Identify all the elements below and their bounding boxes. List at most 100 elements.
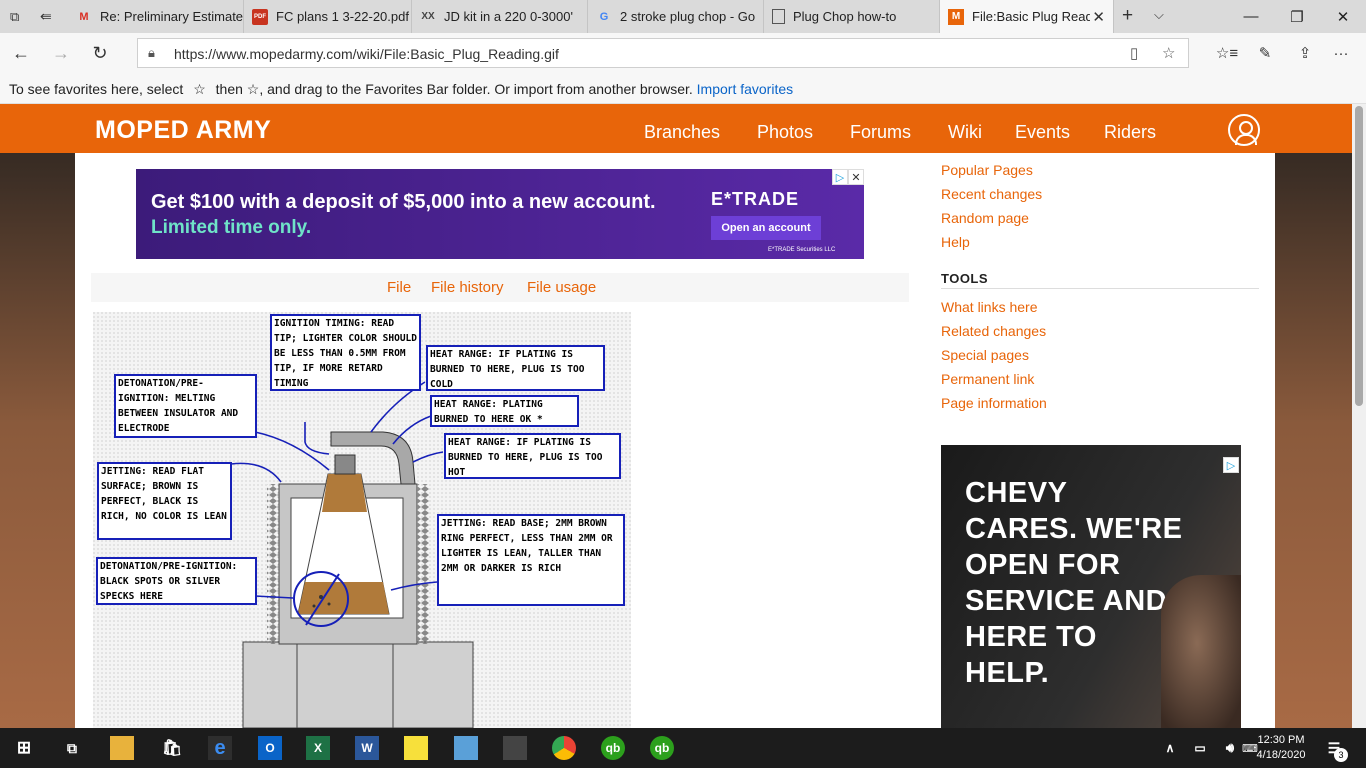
scrollbar-thumb[interactable]	[1355, 106, 1363, 406]
tab-file[interactable]: File	[387, 279, 411, 296]
tools-link-related-changes[interactable]: Related changes	[941, 323, 1046, 339]
site-favicon-icon: XX	[421, 11, 435, 22]
forward-arrow-icon[interactable]: →	[46, 39, 76, 67]
tools-link-permanent-link[interactable]: Permanent link	[941, 371, 1034, 387]
show-hidden-icons-chevron-icon[interactable]: ∧	[1158, 736, 1182, 760]
excel-icon[interactable]: X	[306, 736, 330, 760]
detonation-spots-label: Detonation/Pre-ignition: black spots or …	[96, 557, 257, 605]
new-tab-icon[interactable]: +	[1122, 5, 1133, 27]
ad-headline: Get $100 with a deposit of $5,000 into a…	[151, 191, 656, 213]
tab-list-chevron-icon[interactable]: ⌵	[1154, 7, 1164, 23]
chrome-icon[interactable]	[552, 736, 576, 760]
minimize-button[interactable]: —	[1228, 0, 1274, 33]
sidebar-link-help[interactable]: Help	[941, 234, 970, 250]
address-bar[interactable]: 🔒︎ https://www.mopedarmy.com/wiki/File:B…	[137, 38, 1189, 68]
tab-jd-kit[interactable]: XX JD kit in a 220 0-3000'	[412, 0, 588, 33]
tab-actions-icon[interactable]: ⧉	[10, 9, 19, 25]
file-explorer-icon[interactable]	[110, 736, 134, 760]
url-text[interactable]: https://www.mopedarmy.com/wiki/File:Basi…	[174, 46, 559, 62]
tab-label: Plug Chop how-to	[793, 9, 897, 24]
jetting-base-label: Jetting: read base; 2mm brown ring perfe…	[437, 514, 625, 606]
ad-close-icon[interactable]: ✕	[848, 169, 864, 185]
content-area: Get $100 with a deposit of $5,000 into a…	[75, 153, 1275, 728]
nav-wiki[interactable]: Wiki	[948, 122, 982, 143]
notification-count-badge: 3	[1334, 748, 1348, 762]
import-favorites-link[interactable]: Import favorites	[697, 81, 793, 97]
nav-events[interactable]: Events	[1015, 122, 1070, 143]
sidebar-link-random-page[interactable]: Random page	[941, 210, 1029, 226]
favorite-star-icon[interactable]: ☆	[1162, 44, 1175, 62]
spark-plug-diagram: Ignition timing: read tip; lighter color…	[93, 312, 631, 728]
back-arrow-icon[interactable]: ←	[6, 39, 36, 67]
set-aside-tabs-icon[interactable]: ⇚	[40, 8, 52, 25]
tools-heading: TOOLS	[941, 271, 989, 286]
close-tab-icon[interactable]: ✕	[1092, 8, 1105, 26]
tab-file-history[interactable]: File history	[431, 279, 504, 296]
tab-basic-plug-reading[interactable]: M File:Basic Plug Reading.gif ✕	[940, 0, 1114, 33]
nav-forums[interactable]: Forums	[850, 122, 911, 143]
heat-range-ok-label: Heat range: plating burned to here ok *	[430, 395, 579, 427]
word-icon[interactable]: W	[355, 736, 379, 760]
tools-link-what-links-here[interactable]: What links here	[941, 299, 1037, 315]
open-account-button[interactable]: Open an account	[711, 216, 821, 240]
sidebar-link-popular-pages[interactable]: Popular Pages	[941, 162, 1033, 178]
tools-link-page-information[interactable]: Page information	[941, 395, 1047, 411]
tab-pdf[interactable]: PDF FC plans 1 3-22-20.pdf	[244, 0, 412, 33]
detonation-melting-label: Detonation/Pre-ignition: melting between…	[114, 374, 257, 438]
favorites-message-2: then ☆, and drag to the Favorites Bar fo…	[215, 81, 693, 97]
edge-icon[interactable]: e	[208, 736, 232, 760]
ad-subline: Limited time only.	[151, 217, 312, 238]
windows-start-icon[interactable]: ⊞	[12, 736, 36, 760]
tab-bar: ⧉ ⇚ M Re: Preliminary Estimate PDF FC pl…	[0, 0, 1366, 33]
clock-date: 4/18/2020	[1256, 749, 1306, 761]
close-window-button[interactable]: ✕	[1320, 0, 1366, 33]
favorites-bar: To see favorites here, select ☆ then ☆, …	[0, 73, 1366, 104]
more-icon[interactable]: ···	[1326, 39, 1356, 67]
chevy-ad[interactable]: CHEVY CARES. WE'RE OPEN FOR SERVICE AND …	[941, 445, 1241, 728]
address-toolbar: ← → ↻ 🔒︎ https://www.mopedarmy.com/wiki/…	[0, 33, 1366, 73]
tab-file-usage[interactable]: File usage	[527, 279, 596, 296]
restore-button[interactable]: ❐	[1274, 0, 1320, 33]
pen-icon[interactable]: ✎	[1250, 39, 1280, 67]
page-scrollbar[interactable]	[1352, 104, 1366, 728]
sidebar-link-recent-changes[interactable]: Recent changes	[941, 186, 1042, 202]
outlook-icon[interactable]: O	[258, 736, 282, 760]
snipping-tool-icon[interactable]	[503, 736, 527, 760]
tools-link-special-pages[interactable]: Special pages	[941, 347, 1029, 363]
nav-riders[interactable]: Riders	[1104, 122, 1156, 143]
etrade-logo: E*TRADE	[711, 189, 800, 209]
reading-view-icon[interactable]: ▯	[1130, 44, 1138, 62]
tab-label: FC plans 1 3-22-20.pdf	[276, 9, 409, 24]
adchoices-icon[interactable]: ▷	[832, 169, 848, 185]
refresh-icon[interactable]: ↻	[85, 39, 115, 67]
nav-branches[interactable]: Branches	[644, 122, 720, 143]
favorites-icon[interactable]: ☆≡	[1212, 39, 1242, 67]
file-tabs: File File history File usage	[91, 273, 909, 302]
quickbooks-icon[interactable]: qb	[601, 736, 625, 760]
task-view-icon[interactable]: ⧉	[60, 736, 84, 760]
pdf-icon: PDF	[252, 8, 268, 25]
quickbooks-icon[interactable]: qb	[650, 736, 674, 760]
ad-fine-print: E*TRADE Securities LLC	[768, 247, 836, 253]
tab-google-search[interactable]: G 2 stroke plug chop - Go	[588, 0, 764, 33]
battery-icon[interactable]: ▭	[1188, 736, 1212, 760]
user-account-icon[interactable]	[1228, 114, 1260, 146]
tab-gmail[interactable]: M Re: Preliminary Estimate	[68, 0, 244, 33]
tab-label: 2 stroke plug chop - Go	[620, 9, 756, 24]
store-icon[interactable]: 🛍︎	[160, 736, 184, 760]
tab-label: File:Basic Plug Reading.gif	[972, 9, 1090, 24]
windows-taskbar: ⊞ ⧉ 🛍︎ e O X W qb qb ∧ ▭ 🔊︎ ⌨ 12:30 PM 4…	[0, 728, 1366, 768]
network-app-icon[interactable]	[454, 736, 478, 760]
sticky-notes-icon[interactable]	[404, 736, 428, 760]
nav-photos[interactable]: Photos	[757, 122, 813, 143]
jetting-flat-label: Jetting: read flat surface; brown is per…	[97, 462, 232, 540]
etrade-ad[interactable]: Get $100 with a deposit of $5,000 into a…	[136, 169, 864, 259]
share-icon[interactable]: ⇪	[1290, 39, 1320, 67]
google-icon: G	[599, 10, 609, 23]
heat-range-hot-label: Heat range: if plating is burned to here…	[444, 433, 621, 479]
tab-plug-chop[interactable]: Plug Chop how-to	[764, 0, 940, 33]
web-page: Get $100 with a deposit of $5,000 into a…	[0, 104, 1366, 728]
clock[interactable]: 12:30 PM 4/18/2020	[1250, 733, 1312, 763]
adchoices-icon[interactable]: ▷	[1223, 457, 1239, 473]
moped-army-logo[interactable]: MOPED ARMY	[95, 116, 271, 145]
